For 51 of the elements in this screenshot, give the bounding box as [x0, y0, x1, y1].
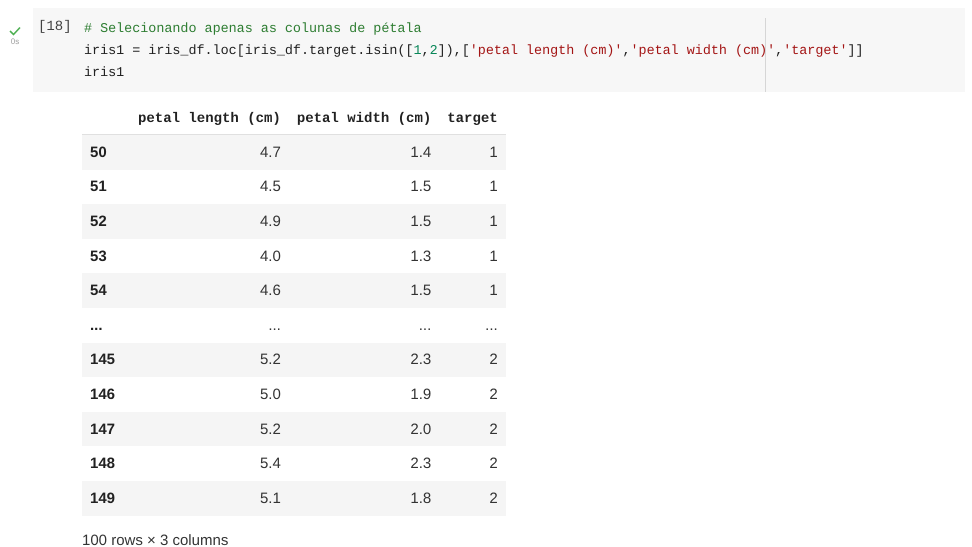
code-line: iris1 = iris_df.loc[iris_df.target.isin([1,2]),['petal length (cm)','petal width (cm)','target']]	[84, 43, 864, 61]
table-cell: 2	[439, 446, 506, 481]
table-summary: 100 rows × 3 columns	[82, 532, 230, 547]
table-cell: 4.9	[130, 204, 289, 239]
table-cell: 2	[439, 412, 506, 446]
table-cell: 1.5	[288, 204, 440, 239]
table-cell: 1	[439, 273, 506, 308]
row-index: 147	[82, 412, 130, 446]
table-cell: 2.3	[288, 342, 440, 378]
table-cell: 5.0	[130, 377, 289, 412]
table-cell: 4.6	[130, 273, 289, 308]
run-time: 0s	[10, 37, 20, 46]
table-cell: 1	[439, 204, 506, 239]
row-index: 148	[82, 446, 130, 481]
table-cell: 2	[439, 342, 506, 378]
table-cell: 2.3	[288, 446, 440, 481]
table-cell: 4.5	[130, 170, 289, 204]
row-index: 145	[82, 342, 130, 378]
table-cell: 5.1	[130, 480, 289, 516]
execution-count: [18]	[33, 8, 84, 92]
table-cell: 5.2	[130, 342, 289, 378]
table-cell: 1	[439, 238, 506, 274]
table-cell: 2.0	[288, 412, 440, 446]
row-index: 51	[82, 170, 130, 204]
table-cell: 1.8	[288, 480, 440, 516]
table-cell: 4.0	[130, 238, 289, 274]
table-cell: 5.2	[130, 412, 289, 446]
table-cell: ...	[288, 308, 440, 343]
table-cell: 1.5	[288, 273, 440, 308]
row-index: 53	[82, 238, 130, 274]
row-index: 50	[82, 134, 130, 170]
table-cell: 1	[439, 170, 506, 204]
table-cell: 4.7	[130, 134, 289, 170]
table-cell: 2	[439, 480, 506, 516]
table-cell: 1.3	[288, 238, 440, 274]
table-cell: ...	[130, 308, 289, 343]
table-cell: 1.4	[288, 134, 440, 170]
row-index: 54	[82, 273, 130, 308]
code-line: # Selecionando apenas as colunas de pétala	[84, 21, 422, 39]
table-cell: 5.4	[130, 446, 289, 481]
table-cell: 1.9	[288, 377, 440, 412]
row-index: 146	[82, 377, 130, 412]
row-index: 52	[82, 204, 130, 239]
row-index: 149	[82, 480, 130, 516]
table-cell: ...	[439, 308, 506, 343]
code-editor[interactable]: # Selecionando apenas as colunas de pétala iris1 = iris_df.loc[iris_df.target.isin([1,2]),['petal length (cm)','petal width (cm)','target']] iris1	[84, 8, 965, 92]
table-cell: 1.5	[288, 170, 440, 204]
code-line: iris1	[84, 65, 124, 83]
table-cell: 2	[439, 377, 506, 412]
table-cell: 1	[439, 134, 506, 170]
row-index: ...	[82, 308, 130, 343]
